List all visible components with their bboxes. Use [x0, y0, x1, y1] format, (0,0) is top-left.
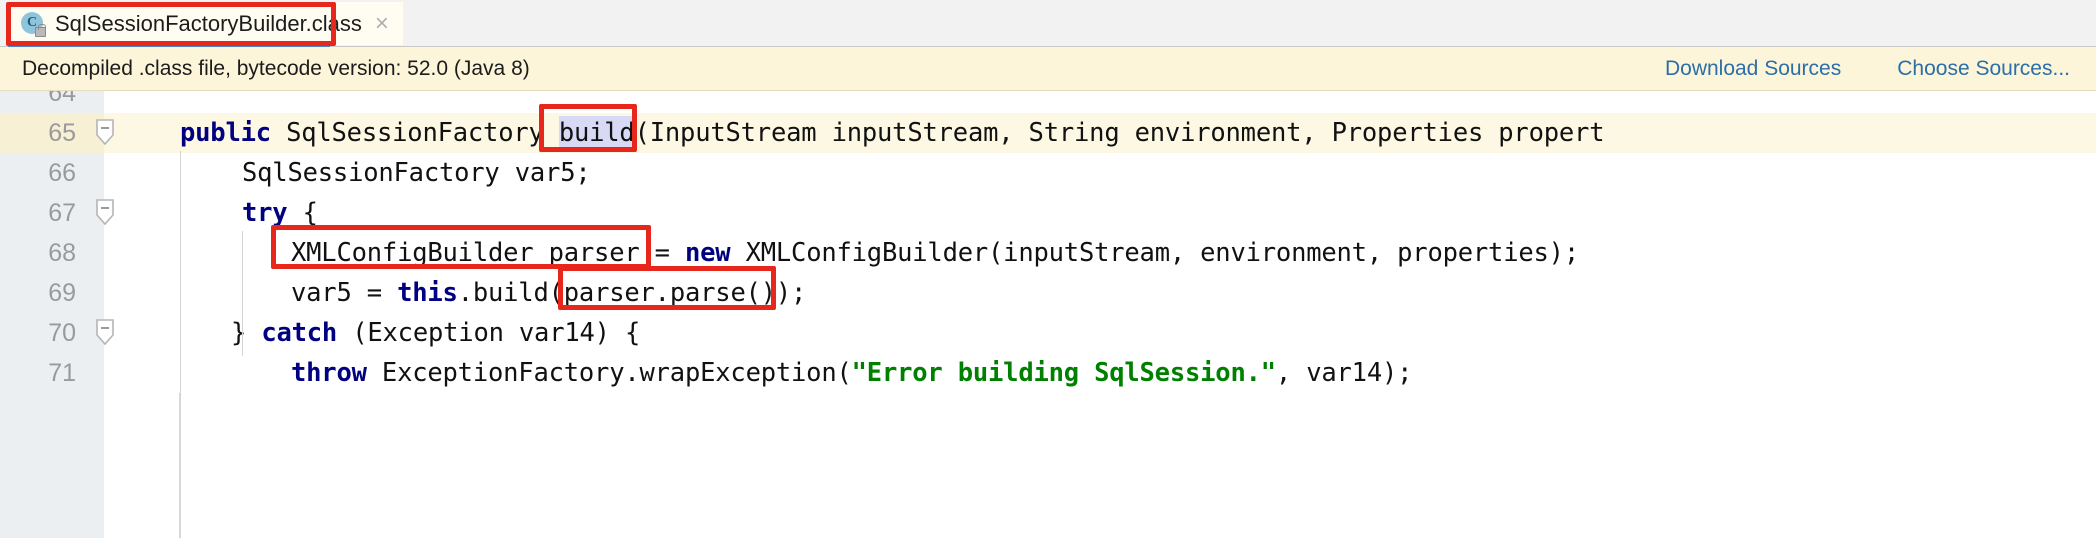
line-71-mid: ExceptionFactory.wrapException( — [366, 358, 852, 388]
choose-sources-link[interactable]: Choose Sources... — [1897, 57, 2070, 81]
line-66-text: SqlSessionFactory var5; — [242, 158, 591, 188]
code-line-70[interactable]: 70 } catch (Exception var14) { — [0, 313, 2096, 353]
keyword-throw: throw — [291, 358, 367, 388]
selected-token-build[interactable]: build — [558, 115, 635, 151]
code-line-71[interactable]: 71 throw ExceptionFactory.wrapException(… — [0, 353, 2096, 393]
editor-tab-label: SqlSessionFactoryBuilder.class — [55, 10, 362, 36]
line-67-remainder: { — [287, 198, 318, 228]
line-number-68: 68 — [48, 238, 76, 267]
line-number-69: 69 — [48, 278, 76, 307]
code-line-67[interactable]: 67 try { — [0, 193, 2096, 233]
keyword-try: try — [242, 198, 288, 228]
code-line-66[interactable]: 66 SqlSessionFactory var5; — [0, 153, 2096, 193]
fold-collapse-icon-67[interactable] — [92, 198, 118, 228]
notification-actions: Download Sources Choose Sources... — [1665, 47, 2070, 91]
keyword-new: new — [684, 238, 731, 268]
java-class-file-icon: C — [20, 11, 46, 37]
line-number-71: 71 — [48, 358, 76, 387]
indent-guide-1 — [180, 151, 181, 538]
fold-collapse-icon-70[interactable] — [92, 318, 118, 348]
notification-message: Decompiled .class file, bytecode version… — [22, 56, 530, 80]
line-number-66: 66 — [48, 158, 76, 187]
tab-strip: C SqlSessionFactoryBuilder.class × — [0, 0, 2096, 47]
line-71-suffix: , var14); — [1275, 358, 1413, 388]
type-sqlsessionfactory: SqlSessionFactory — [286, 118, 544, 148]
ide-editor-window: C SqlSessionFactoryBuilder.class × Decom… — [0, 0, 2096, 538]
line-69-mid: .build( — [457, 278, 564, 308]
line-65-remainder: (InputStream inputStream, String environ… — [634, 118, 1605, 148]
code-line-68[interactable]: 68 XMLConfigBuilder parser = new XMLConf… — [0, 233, 2096, 273]
fold-collapse-icon-65[interactable] — [92, 118, 118, 148]
lock-badge-icon — [35, 23, 46, 37]
indent-guide-2 — [242, 231, 243, 356]
line-70-remainder: (Exception var14) { — [337, 318, 641, 348]
code-line-65[interactable]: 65 public SqlSessionFactory build (InputS… — [0, 113, 2096, 153]
assign-operator: = — [654, 238, 685, 268]
code-editor[interactable]: 64 65 public SqlSessionFactory build (Inp… — [0, 91, 2096, 538]
line-70-prefix: } — [231, 318, 262, 348]
line-number-67: 67 — [48, 198, 76, 227]
line-68-remainder: XMLConfigBuilder(inputStream, environmen… — [730, 238, 1580, 268]
string-literal-error-building: "Error building SqlSession." — [851, 358, 1276, 388]
line-69-suffix: ); — [775, 278, 807, 308]
keyword-this: this — [397, 278, 458, 308]
line-69-prefix: var5 = — [291, 278, 398, 308]
download-sources-link[interactable]: Download Sources — [1665, 57, 1841, 81]
editor-tab-sqlsessionfactorybuilder[interactable]: C SqlSessionFactoryBuilder.class × — [8, 2, 403, 45]
close-icon[interactable]: × — [375, 11, 389, 36]
code-line-69[interactable]: 69 var5 = this .build(parser.parse()); — [0, 273, 2096, 313]
code-line-64[interactable]: 64 — [0, 91, 2096, 113]
line-number-64: 64 — [48, 91, 76, 107]
line-number-65: 65 — [48, 118, 76, 147]
declaration-xmlconfigbuilder-parser: XMLConfigBuilder parser — [291, 238, 655, 268]
keyword-catch: catch — [261, 318, 338, 348]
call-parser-parse: parser.parse() — [563, 278, 776, 308]
keyword-public: public — [180, 118, 271, 148]
decompiled-notification-bar: Decompiled .class file, bytecode version… — [0, 47, 2096, 91]
line-number-70: 70 — [48, 318, 76, 347]
